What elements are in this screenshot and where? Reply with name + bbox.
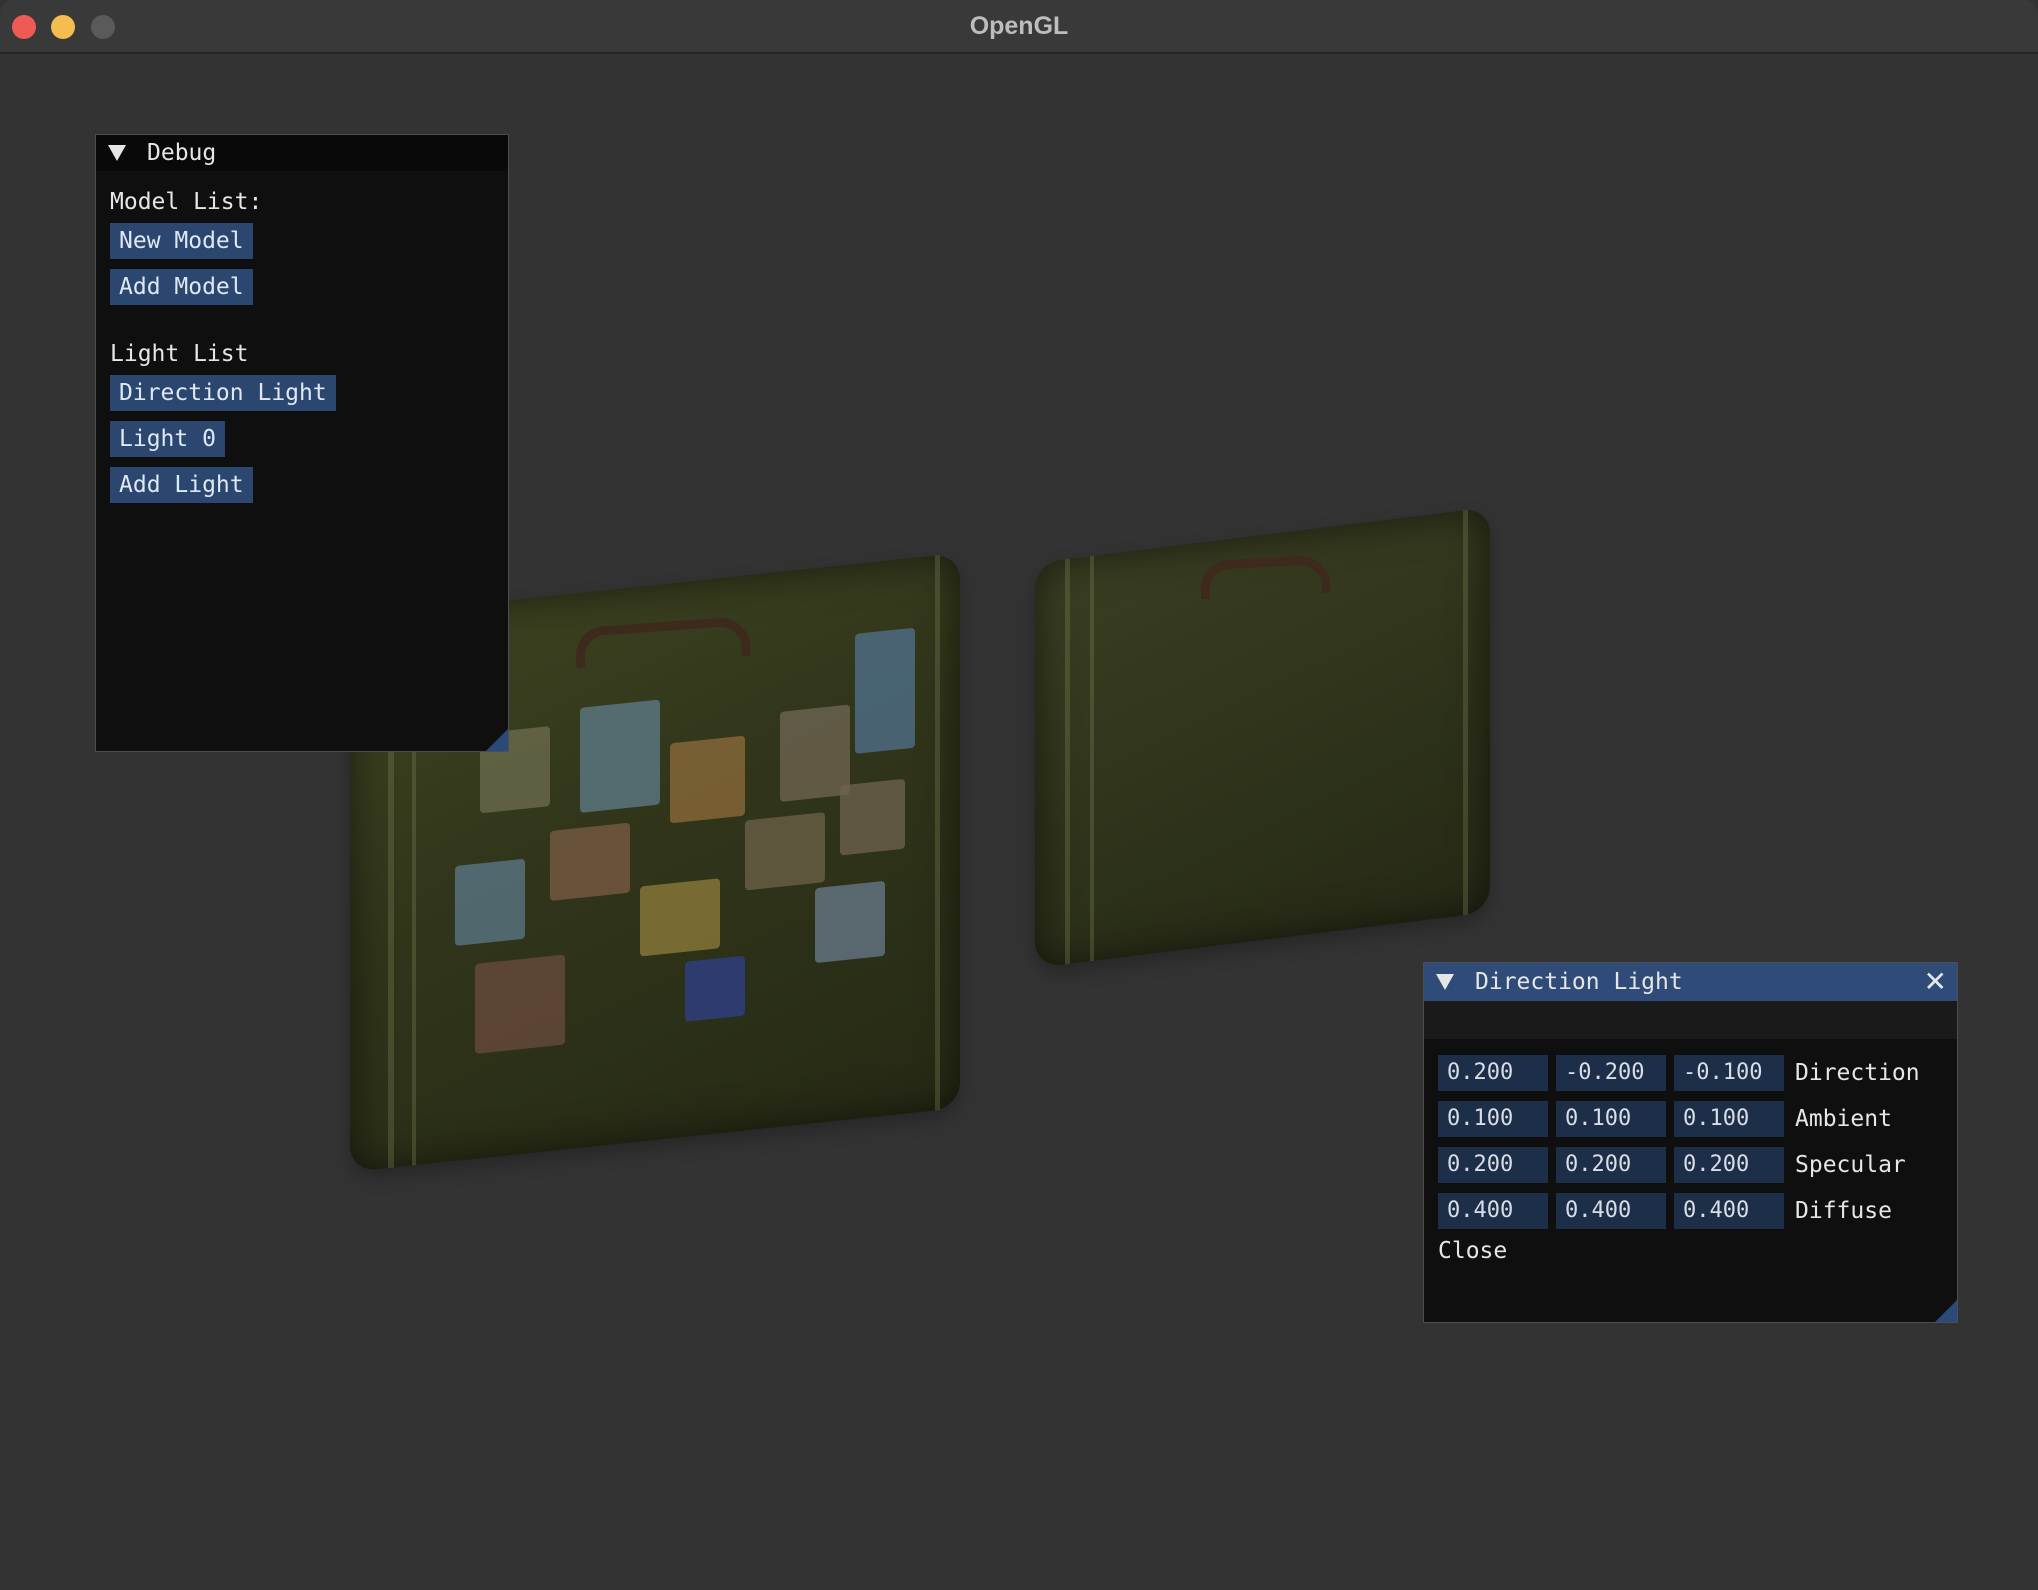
close-button[interactable]: Close <box>1438 1236 1507 1266</box>
suitcase-rib <box>1463 509 1468 916</box>
travel-sticker <box>855 627 915 754</box>
specular-g-field[interactable]: 0.200 <box>1556 1147 1666 1183</box>
light-0-button[interactable]: Light 0 <box>110 421 225 457</box>
suitcase-rib <box>935 555 940 1111</box>
app-window: OpenGL Debug Model List: New Model Add M… <box>0 0 2038 1590</box>
specular-r-field[interactable]: 0.200 <box>1438 1147 1548 1183</box>
debug-panel: Debug Model List: New Model Add Model Li… <box>95 134 509 752</box>
ambient-g-field[interactable]: 0.100 <box>1556 1101 1666 1137</box>
direction-x-field[interactable]: 0.200 <box>1438 1055 1548 1091</box>
travel-sticker <box>840 778 905 856</box>
diffuse-label: Diffuse <box>1795 1198 1892 1224</box>
add-light-button[interactable]: Add Light <box>110 467 253 503</box>
diffuse-g-field[interactable]: 0.400 <box>1556 1193 1666 1229</box>
specular-b-field[interactable]: 0.200 <box>1674 1147 1784 1183</box>
diffuse-b-field[interactable]: 0.400 <box>1674 1193 1784 1229</box>
suitcase-rib <box>1090 555 1094 962</box>
ambient-r-field[interactable]: 0.100 <box>1438 1101 1548 1137</box>
new-model-button[interactable]: New Model <box>110 223 253 259</box>
window-title: OpenGL <box>969 12 1069 40</box>
direction-z-field[interactable]: -0.100 <box>1674 1055 1784 1091</box>
direction-light-panel-title: Direction Light <box>1475 969 1683 995</box>
travel-sticker <box>580 699 660 813</box>
travel-sticker <box>670 735 745 824</box>
travel-sticker <box>475 954 565 1054</box>
direction-light-button[interactable]: Direction Light <box>110 375 336 411</box>
suitcase-rib <box>1065 558 1070 965</box>
travel-sticker <box>685 955 745 1022</box>
close-icon[interactable]: ✕ <box>1924 966 1947 998</box>
panel-separator <box>1424 1001 1957 1039</box>
travel-sticker <box>745 812 825 891</box>
direction-label: Direction <box>1795 1060 1920 1086</box>
collapse-arrow-icon[interactable] <box>108 145 126 161</box>
title-bar[interactable]: OpenGL <box>0 0 2038 54</box>
specular-label: Specular <box>1795 1152 1906 1178</box>
direction-light-panel-header[interactable]: Direction Light ✕ <box>1424 963 1957 1001</box>
debug-panel-header[interactable]: Debug <box>96 135 508 171</box>
light-list-label: Light List <box>110 341 249 367</box>
collapse-arrow-icon[interactable] <box>1436 974 1454 990</box>
debug-panel-title: Debug <box>147 140 217 166</box>
model-list-label: Model List: <box>110 189 263 215</box>
ambient-label: Ambient <box>1795 1106 1892 1132</box>
direction-y-field[interactable]: -0.200 <box>1556 1055 1666 1091</box>
direction-light-panel: Direction Light ✕ 0.200 -0.200 -0.100 Di… <box>1423 962 1958 1323</box>
add-model-button[interactable]: Add Model <box>110 269 253 305</box>
suitcase-handle <box>1199 554 1331 600</box>
diffuse-r-field[interactable]: 0.400 <box>1438 1193 1548 1229</box>
resize-grip-icon[interactable] <box>1935 1300 1957 1322</box>
ambient-b-field[interactable]: 0.100 <box>1674 1101 1784 1137</box>
travel-sticker <box>815 880 885 964</box>
travel-sticker <box>550 822 630 902</box>
travel-sticker <box>640 878 720 957</box>
resize-grip-icon[interactable] <box>486 729 508 751</box>
travel-sticker <box>455 858 525 947</box>
